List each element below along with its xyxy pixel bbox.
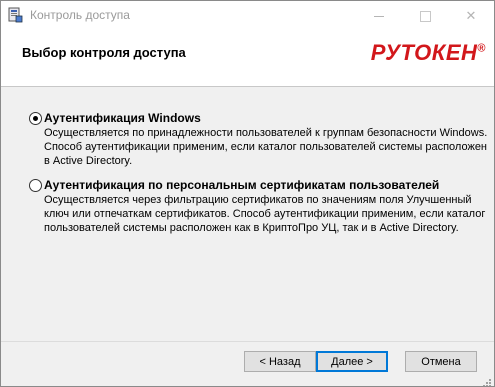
radio-windows-auth[interactable] bbox=[29, 112, 42, 125]
option-label[interactable]: Аутентификация по персональным сертифика… bbox=[44, 178, 439, 192]
wizard-header: Выбор контроля доступа РУТОКЕН® bbox=[1, 31, 494, 87]
close-button[interactable]: ✕ bbox=[448, 1, 494, 31]
installer-icon bbox=[7, 7, 23, 23]
window-title: Контроль доступа bbox=[30, 8, 130, 22]
cancel-button[interactable]: Отмена bbox=[405, 351, 477, 372]
rutoken-logo: РУТОКЕН® bbox=[371, 40, 486, 66]
page-title: Выбор контроля доступа bbox=[22, 45, 186, 60]
title-bar: Контроль доступа ✕ bbox=[1, 1, 494, 31]
logo-text: РУТОКЕН bbox=[370, 40, 478, 65]
minimize-button[interactable] bbox=[356, 1, 402, 31]
option-description: Осуществляется по принадлежности пользов… bbox=[44, 127, 488, 167]
option-label[interactable]: Аутентификация Windows bbox=[44, 111, 201, 125]
radio-certificate-auth[interactable] bbox=[29, 179, 42, 192]
maximize-icon bbox=[419, 10, 431, 22]
close-icon: ✕ bbox=[465, 8, 477, 23]
logo-registered-mark: ® bbox=[477, 42, 486, 55]
option-description: Осуществляется через фильтрацию сертифик… bbox=[44, 194, 486, 234]
resize-grip-icon[interactable] bbox=[482, 375, 492, 386]
minimize-icon bbox=[374, 15, 384, 17]
button-bar: < Назад Далее > Отмена bbox=[1, 341, 494, 386]
back-button[interactable]: < Назад bbox=[244, 351, 316, 372]
next-button[interactable]: Далее > bbox=[316, 351, 388, 372]
maximize-button[interactable] bbox=[402, 1, 448, 31]
options-panel: Аутентификация Windows Осуществляется по… bbox=[1, 87, 494, 341]
installer-window: Контроль доступа ✕ Выбор контроля доступ… bbox=[0, 0, 495, 387]
